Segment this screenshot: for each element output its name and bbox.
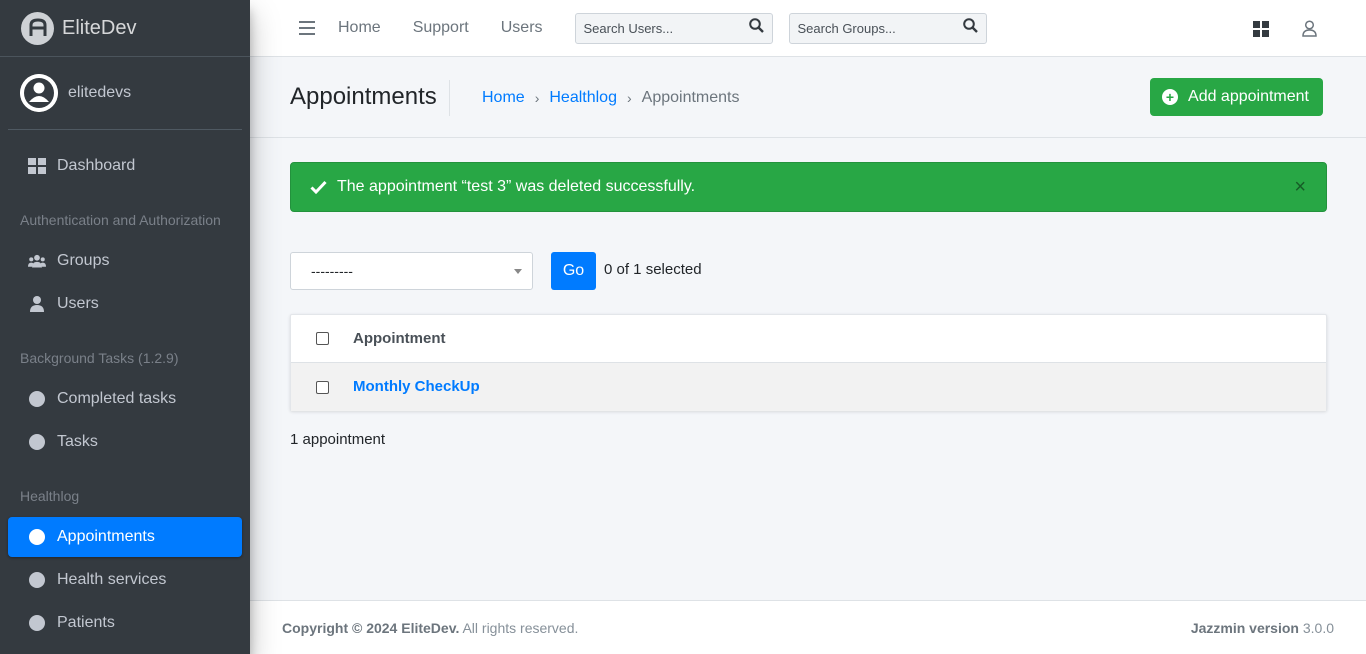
brand-name: EliteDev — [62, 16, 137, 39]
sidebar-item-appointments[interactable]: Appointments — [8, 517, 242, 557]
search-users-input[interactable] — [583, 20, 734, 36]
top-navbar: Home Support Users — [250, 0, 1366, 57]
sidebar-item-label: Appointments — [57, 528, 155, 545]
sidebar-item-label: Users — [57, 295, 99, 312]
breadcrumb-current: Appointments — [641, 89, 740, 106]
user-avatar-icon — [20, 74, 58, 112]
column-header-appointment[interactable]: Appointment — [353, 330, 445, 347]
add-appointment-button[interactable]: + Add appointment — [1150, 78, 1323, 116]
table-row: Monthly CheckUp — [291, 363, 1326, 411]
search-icon[interactable] — [962, 18, 978, 38]
result-table: Appointment Monthly CheckUp — [290, 314, 1327, 411]
sidebar-item-label: Health services — [57, 571, 167, 588]
users-group-icon — [28, 252, 46, 270]
chevron-down-icon — [514, 269, 522, 274]
row-checkbox[interactable] — [316, 380, 329, 394]
breadcrumb: Home › Healthlog › Appointments — [449, 80, 739, 116]
sidebar: EliteDev elitedevs Dashboard Authenticat… — [0, 0, 250, 654]
circle-icon — [28, 433, 46, 451]
go-button[interactable]: Go — [551, 252, 596, 290]
search-groups-input[interactable] — [797, 20, 948, 36]
footer-copyright: Copyright © 2024 EliteDev. All rights re… — [282, 620, 578, 636]
alert-message: The appointment “test 3” was deleted suc… — [337, 178, 696, 195]
dashboard-icon — [28, 157, 46, 175]
copyright-rest: All rights reserved. — [459, 619, 579, 636]
sidebar-item-groups[interactable]: Groups — [8, 241, 242, 281]
add-appointment-label: Add appointment — [1188, 88, 1309, 105]
top-right-icons — [1251, 0, 1366, 57]
breadcrumb-separator-icon: › — [534, 90, 540, 106]
circle-icon — [28, 528, 46, 546]
action-select[interactable]: --------- — [290, 252, 533, 290]
sidebar-item-label: Tasks — [57, 433, 98, 450]
version-label: Jazzmin version — [1190, 619, 1299, 636]
circle-icon — [28, 390, 46, 408]
nav-link-support[interactable]: Support — [413, 19, 469, 37]
breadcrumb-separator-icon: › — [626, 90, 632, 106]
sidebar-item-health-services[interactable]: Health services — [8, 560, 242, 600]
hamburger-menu-icon[interactable] — [292, 13, 322, 43]
copyright-owner: Copyright © 2024 EliteDev. — [282, 619, 460, 636]
result-count: 1 appointment — [290, 431, 386, 448]
sidebar-item-label: Groups — [57, 252, 110, 269]
circle-icon — [28, 614, 46, 632]
content-header: Appointments Home › Healthlog › Appointm… — [250, 57, 1366, 138]
sidebar-item-dashboard[interactable]: Dashboard — [8, 146, 242, 186]
page-title: Appointments — [290, 83, 437, 110]
nav-header-healthlog: Healthlog — [20, 488, 80, 504]
search-groups-box — [788, 12, 987, 44]
user-panel[interactable]: elitedevs — [8, 57, 242, 130]
breadcrumb-healthlog[interactable]: Healthlog — [549, 89, 617, 107]
user-profile-icon[interactable] — [1299, 19, 1319, 39]
plus-circle-icon: + — [1162, 89, 1179, 105]
table-header-row: Appointment — [291, 315, 1326, 363]
close-icon[interactable]: × — [1294, 177, 1306, 197]
version-number: 3.0.0 — [1298, 619, 1334, 636]
sidebar-item-label: Dashboard — [57, 157, 136, 174]
breadcrumb-home[interactable]: Home — [482, 89, 525, 107]
search-icon[interactable] — [748, 18, 764, 38]
sidebar-item-users[interactable]: Users — [8, 284, 242, 324]
sidebar-item-patients[interactable]: Patients — [8, 603, 242, 643]
user-name: elitedevs — [68, 84, 132, 101]
select-all-checkbox[interactable] — [316, 332, 329, 345]
appointment-link[interactable]: Monthly CheckUp — [353, 378, 480, 395]
sidebar-item-tasks[interactable]: Tasks — [8, 422, 242, 462]
user-icon — [28, 295, 46, 313]
check-icon — [310, 180, 327, 194]
nav-header-background-tasks: Background Tasks (1.2.9) — [20, 350, 179, 366]
nav-link-home[interactable]: Home — [338, 19, 381, 37]
brand-logo-icon — [21, 11, 54, 45]
sidebar-item-completed-tasks[interactable]: Completed tasks — [8, 379, 242, 419]
footer-version: Jazzmin version 3.0.0 — [1191, 620, 1334, 636]
selected-count: 0 of 1 selected — [604, 261, 702, 278]
brand-link[interactable]: EliteDev — [0, 0, 250, 57]
sidebar-item-label: Patients — [57, 614, 115, 631]
success-alert: The appointment “test 3” was deleted suc… — [290, 162, 1327, 212]
circle-icon — [28, 571, 46, 589]
nav-header-auth: Authentication and Authorization — [20, 212, 221, 228]
action-select-value: --------- — [311, 263, 353, 279]
apps-grid-icon[interactable] — [1251, 19, 1271, 39]
nav-link-users[interactable]: Users — [501, 19, 543, 37]
sidebar-nav: Dashboard Authentication and Authorizati… — [0, 130, 250, 643]
footer: Copyright © 2024 EliteDev. All rights re… — [250, 600, 1366, 654]
search-users-box — [574, 12, 773, 44]
sidebar-item-label: Completed tasks — [57, 390, 177, 407]
